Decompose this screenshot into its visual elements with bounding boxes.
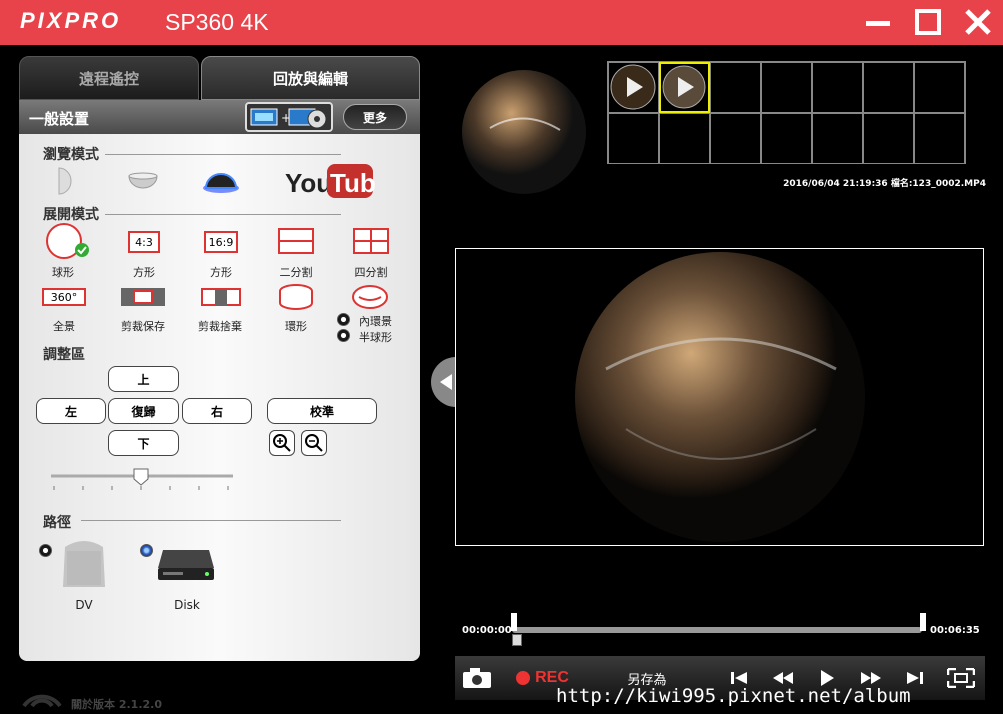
zoom-out-icon[interactable] [301, 430, 327, 456]
video-edit-button[interactable]: + [245, 102, 333, 132]
dome-up-icon[interactable] [202, 170, 240, 194]
close-icon[interactable] [960, 5, 996, 39]
panel-header: 一般設置 + 更多 [19, 100, 420, 134]
thumbnail-grid [607, 61, 966, 164]
timeline-track[interactable] [512, 627, 922, 633]
browse-mode-title: 瀏覽模式 [43, 147, 99, 163]
section-divider [81, 520, 341, 521]
thumbnail-slot[interactable] [812, 113, 863, 164]
path-dv-label: DV [75, 598, 93, 612]
adjust-area-title: 調整區 [43, 347, 85, 363]
reset-button[interactable]: 復歸 [108, 398, 179, 424]
section-divider [105, 154, 341, 155]
thumbnail-slot[interactable] [710, 62, 761, 113]
film-edit-icon: + [250, 108, 327, 129]
thumbnail-slot[interactable] [863, 113, 914, 164]
thumbnail-slot[interactable] [608, 113, 659, 164]
preview-thumbnail [460, 68, 588, 196]
fullscreen-icon[interactable] [939, 656, 983, 700]
wifi-icon [20, 676, 64, 710]
inner-ring-label: 內環景 [359, 315, 392, 328]
maximize-icon[interactable] [910, 5, 946, 39]
control-panel: 遠程遙控 回放與編輯 一般設置 + 更多 瀏覽模式 You Tub 展開模式 球… [19, 56, 420, 661]
thumbnail-slot[interactable] [812, 62, 863, 113]
zoom-in-icon[interactable] [269, 430, 295, 456]
tab-playback-edit[interactable]: 回放與編輯 [201, 56, 420, 100]
split-two-label: 二分割 [279, 266, 313, 279]
panorama-label: 全景 [53, 320, 75, 333]
zoom-slider[interactable] [49, 468, 235, 498]
time-end: 00:06:35 [930, 625, 980, 636]
thumbnail-slot[interactable] [761, 62, 812, 113]
youtube-label: You [285, 168, 332, 198]
general-settings-title: 一般設置 [29, 110, 90, 128]
crop-discard-icon[interactable] [201, 288, 241, 306]
square-16-9-icon[interactable]: 16:9 [204, 231, 238, 253]
square-16-9-label: 方形 [210, 266, 232, 279]
dome-down-icon[interactable] [127, 172, 159, 192]
more-button[interactable]: 更多 [343, 104, 407, 130]
trim-start-handle[interactable] [511, 613, 517, 631]
panel-content: 一般設置 + 更多 瀏覽模式 You Tub 展開模式 球形 4:3 方形 16… [19, 100, 420, 661]
path-dv-radio[interactable] [39, 544, 52, 557]
panorama-360-icon[interactable]: 360° [42, 288, 86, 306]
split-two-icon[interactable] [278, 228, 314, 254]
youtube-icon[interactable]: You Tube [283, 162, 390, 200]
thumbnail-slot[interactable] [761, 113, 812, 164]
file-info: 2016/06/04 21:19:36 檔名:123_0002.MP4 [783, 179, 986, 189]
trim-end-handle[interactable] [920, 613, 926, 631]
hemisphere-radio[interactable] [337, 329, 350, 342]
thumbnail-slot[interactable] [710, 113, 761, 164]
thumbnail-slot[interactable] [914, 113, 965, 164]
square-4-3-icon[interactable]: 4:3 [128, 231, 160, 253]
crop-save-label: 剪裁保存 [121, 320, 165, 333]
title-bar: PIXPRO SP360 4K [0, 0, 1003, 45]
thumbnail-item-selected[interactable] [659, 62, 710, 113]
camera-dv-icon [59, 537, 109, 591]
sphere-mode-icon[interactable] [45, 222, 89, 262]
half-sphere-side-icon[interactable] [55, 166, 79, 196]
sphere-mode-label: 球形 [52, 266, 74, 279]
playhead[interactable] [512, 634, 522, 646]
time-start: 00:00:00 [462, 625, 512, 636]
section-divider [105, 214, 341, 215]
crop-discard-label: 剪裁捨棄 [198, 320, 242, 333]
down-button[interactable]: 下 [108, 430, 179, 456]
up-button[interactable]: 上 [108, 366, 179, 392]
expand-mode-title: 展開模式 [43, 207, 99, 223]
model-name: SP360 4K [165, 9, 269, 35]
inner-ring-radio[interactable] [337, 313, 350, 326]
video-viewer[interactable] [455, 248, 984, 546]
ring-mode-label: 環形 [285, 320, 307, 333]
camera-snapshot-icon[interactable] [455, 656, 499, 700]
minimize-icon[interactable] [860, 5, 896, 39]
ring-mode-icon[interactable] [278, 283, 314, 311]
watermark-url: http://kiwi995.pixnet.net/album [556, 685, 911, 707]
hard-disk-icon [157, 548, 215, 582]
hemisphere-label: 半球形 [359, 331, 392, 344]
square-4-3-label: 方形 [133, 266, 155, 279]
thumbnail-slot[interactable] [914, 62, 965, 113]
tab-remote-control[interactable]: 遠程遙控 [19, 56, 199, 100]
slider-thumb [133, 468, 149, 486]
ring-inner-icon[interactable] [351, 283, 389, 311]
svg-text:Tube: Tube [330, 168, 375, 198]
crop-save-icon[interactable] [121, 288, 165, 306]
thumbnail-item[interactable] [608, 62, 659, 113]
brand-logo: PIXPRO [20, 8, 122, 33]
thumbnail-slot[interactable] [863, 62, 914, 113]
path-title: 路徑 [43, 515, 71, 531]
left-button[interactable]: 左 [36, 398, 106, 424]
path-disk-label: Disk [174, 598, 200, 612]
version-label[interactable]: 關於版本 2.1.2.0 [71, 696, 162, 712]
thumbnail-slot[interactable] [659, 113, 710, 164]
chevron-left-icon [440, 374, 452, 390]
split-four-label: 四分割 [354, 266, 388, 279]
path-disk-radio[interactable] [140, 544, 153, 557]
right-button[interactable]: 右 [182, 398, 252, 424]
calibrate-button[interactable]: 校準 [267, 398, 377, 424]
record-icon [516, 671, 531, 685]
split-four-icon[interactable] [353, 228, 389, 254]
